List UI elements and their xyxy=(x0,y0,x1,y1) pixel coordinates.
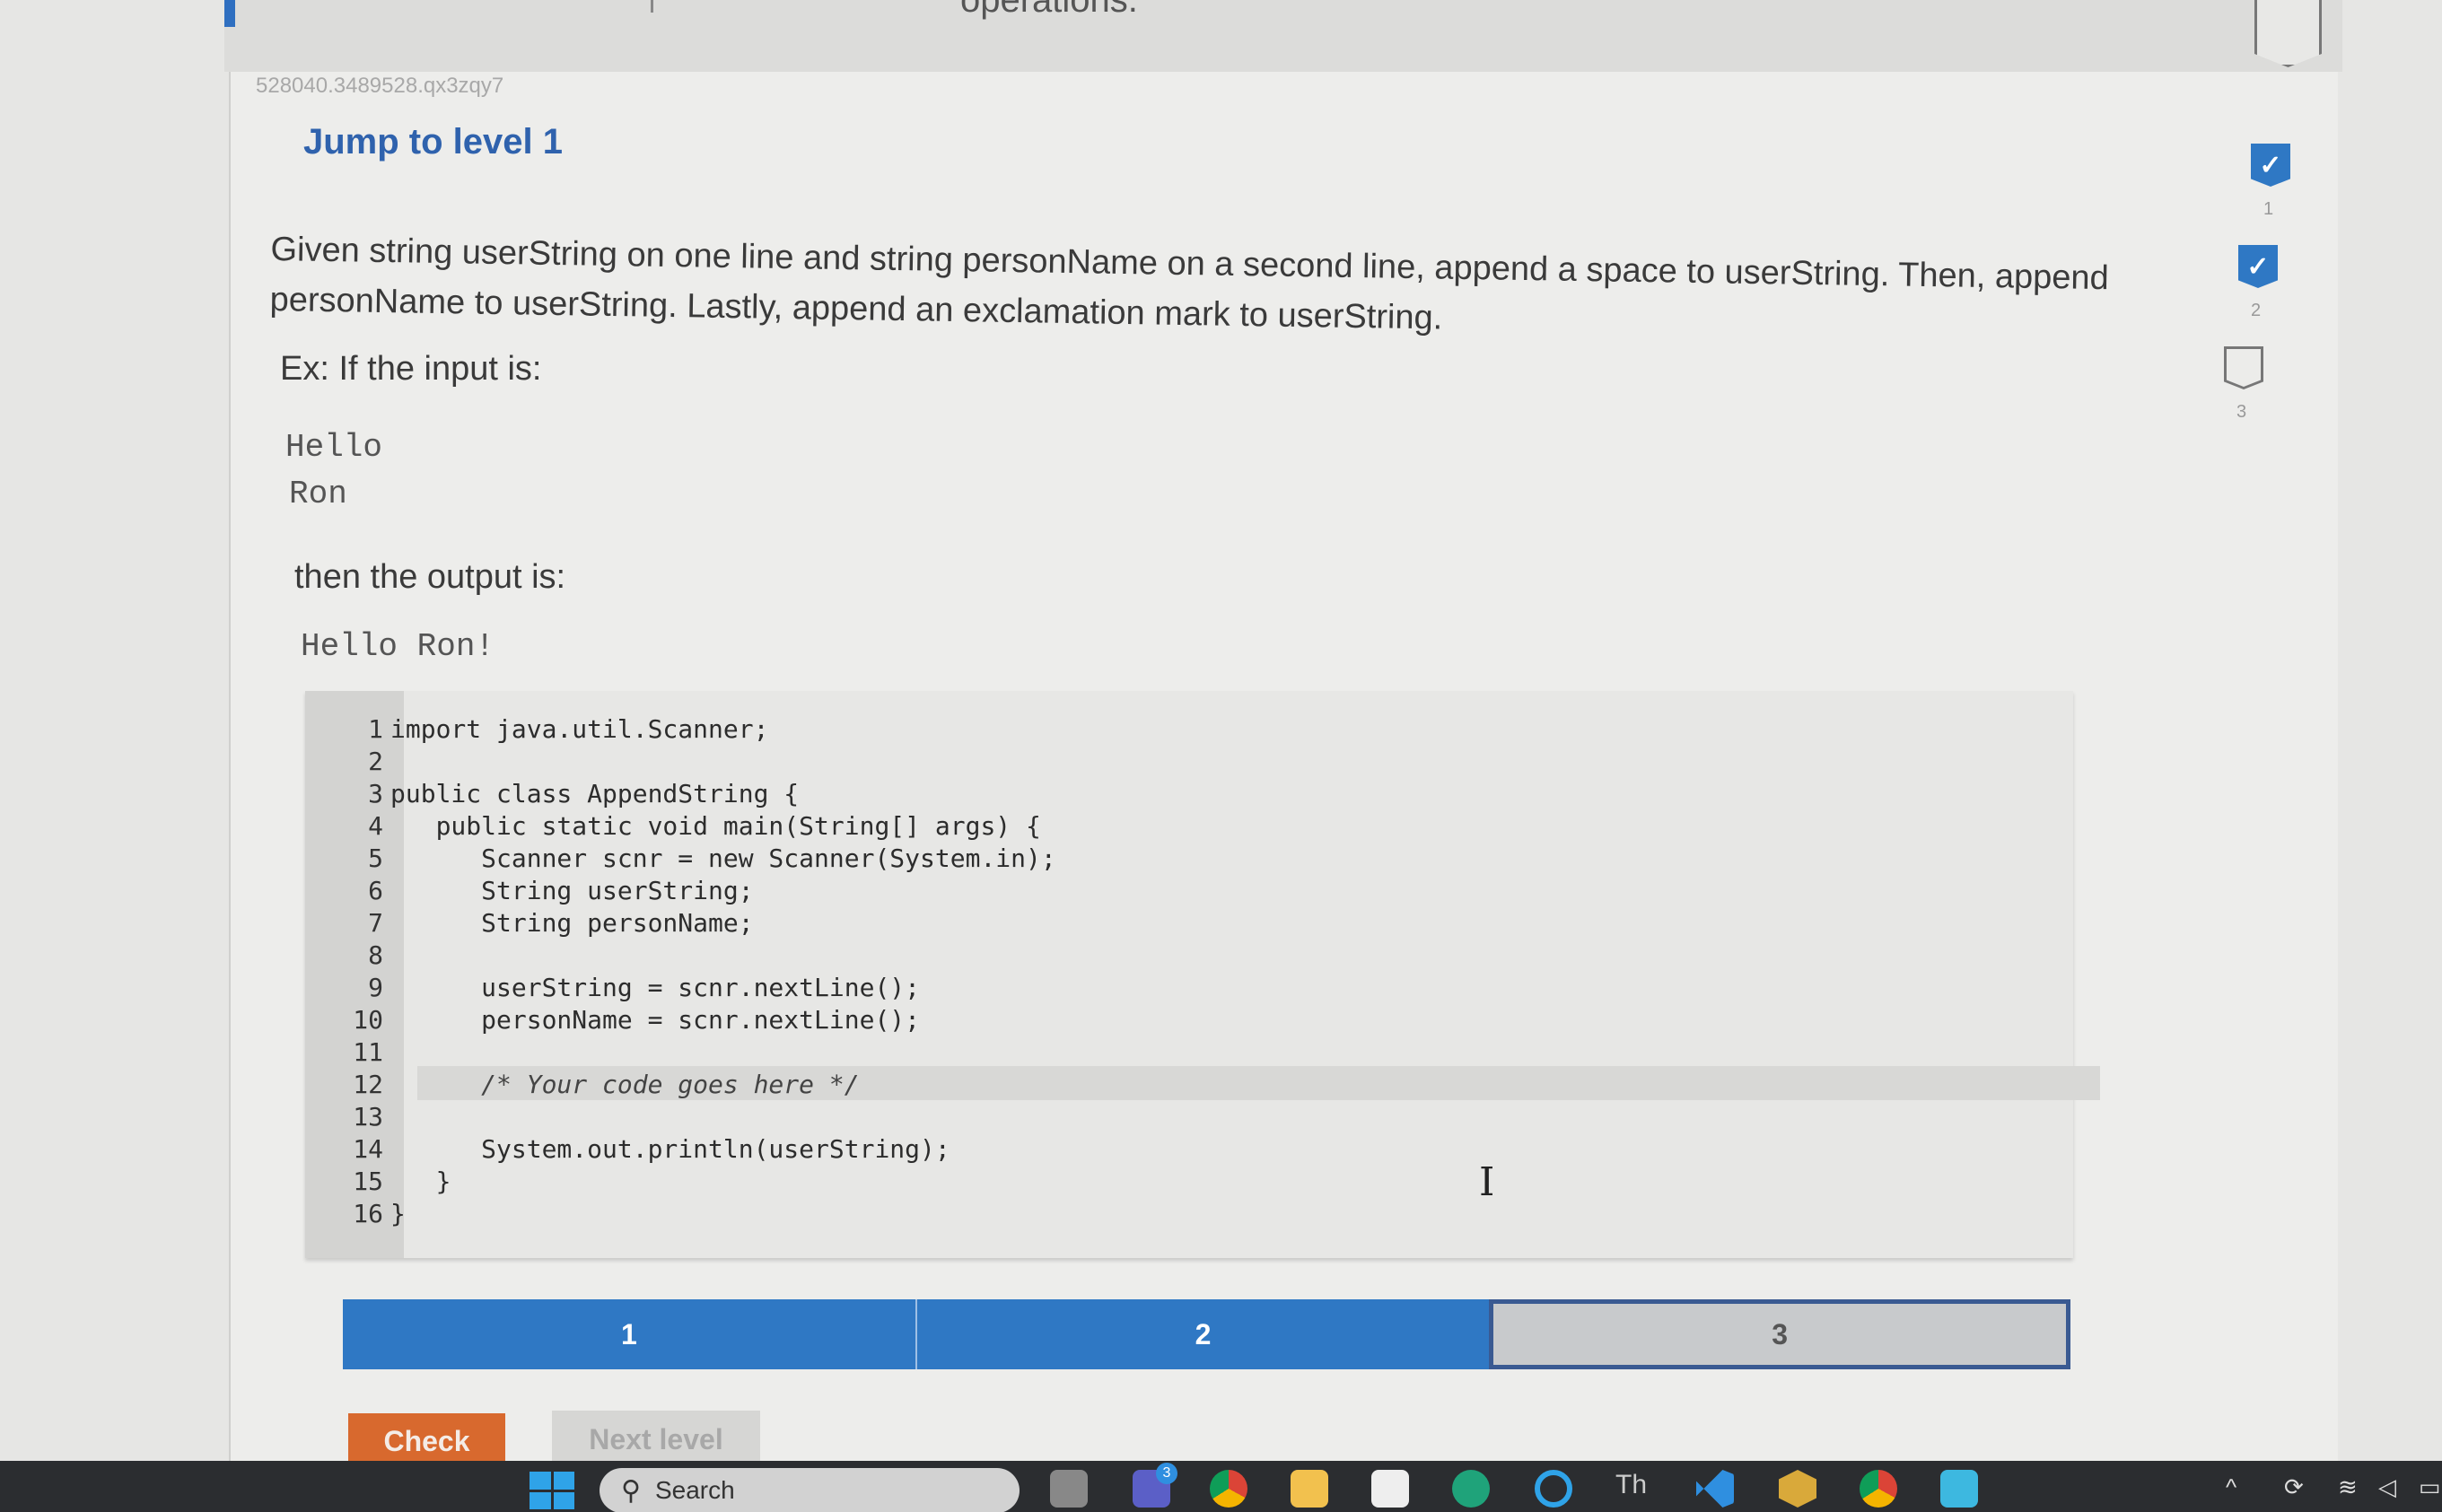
mouse-ibeam-cursor-icon: I xyxy=(1479,1159,1495,1205)
code-line[interactable]: 6 String userString; xyxy=(305,876,2073,908)
sync-icon[interactable]: ⟳ xyxy=(2284,1473,2304,1501)
line-number: 10 xyxy=(353,1005,383,1035)
wifi-icon[interactable]: ≋ xyxy=(2338,1473,2358,1501)
notepad-icon[interactable] xyxy=(1940,1470,1978,1508)
code-line[interactable]: 3 public class AppendString { xyxy=(305,779,2073,811)
level-indicators: ✓ 1 ✓ 2 3 xyxy=(2217,144,2306,431)
code-line[interactable]: 4 public static void main(String[] args)… xyxy=(305,811,2073,843)
activity-accent-bar xyxy=(224,0,235,27)
code-text[interactable]: userString = scnr.nextLine(); xyxy=(390,973,920,1002)
line-number: 6 xyxy=(368,876,383,905)
line-number: 11 xyxy=(353,1037,383,1067)
code-line[interactable]: 7 String personName; xyxy=(305,908,2073,940)
line-number: 5 xyxy=(368,843,383,873)
code-text[interactable]: } xyxy=(390,1199,406,1228)
cortana-icon[interactable] xyxy=(1535,1470,1572,1508)
teams-icon[interactable]: 3 xyxy=(1133,1463,1177,1508)
code-line[interactable]: 10 personName = scnr.nextLine(); xyxy=(305,1005,2073,1037)
code-text[interactable]: public static void main(String[] args) { xyxy=(390,811,1041,841)
line-number: 12 xyxy=(353,1070,383,1099)
code-line[interactable]: 2 xyxy=(305,747,2073,779)
code-editor[interactable]: 1 import java.util.Scanner; 2 3 public class… xyxy=(305,691,2100,1258)
divider xyxy=(651,0,653,13)
windows-start-icon[interactable] xyxy=(530,1472,574,1509)
previous-activity-badge-icon xyxy=(2254,0,2322,67)
code-text[interactable]: String userString; xyxy=(390,876,753,905)
line-number: 9 xyxy=(368,973,383,1002)
previous-text-fragment: operations. xyxy=(960,0,1138,20)
check-icon: ✓ xyxy=(2251,144,2290,187)
line-number: 7 xyxy=(368,908,383,938)
code-text[interactable]: Scanner scnr = new Scanner(System.in); xyxy=(390,843,1056,873)
code-text[interactable]: public class AppendString { xyxy=(390,779,799,808)
code-line[interactable]: 12 /* Your code goes here */ xyxy=(305,1066,2100,1102)
example-output: Hello Ron! xyxy=(301,628,495,665)
code-text[interactable]: } xyxy=(390,1167,451,1196)
level-indicator-label: 2 xyxy=(2251,301,2262,320)
code-text[interactable]: System.out.println(userString); xyxy=(390,1134,950,1164)
line-number: 13 xyxy=(353,1102,383,1132)
code-text[interactable]: import java.util.Scanner; xyxy=(390,714,768,744)
search-icon: ⚲ xyxy=(621,1475,641,1506)
code-text[interactable]: personName = scnr.nextLine(); xyxy=(390,1005,920,1035)
level-tab-1[interactable]: 1 xyxy=(343,1299,915,1369)
code-line[interactable]: 15 } xyxy=(305,1167,2073,1199)
line-number: 2 xyxy=(368,747,383,776)
battery-icon[interactable]: ▭ xyxy=(2419,1473,2441,1501)
chevron-up-icon[interactable]: ^ xyxy=(2226,1473,2236,1501)
example-input-line: Hello xyxy=(285,429,383,466)
task-view-icon[interactable] xyxy=(1050,1470,1088,1508)
code-line[interactable]: 9 userString = scnr.nextLine(); xyxy=(305,973,2073,1005)
activity-id: 528040.3489528.qx3zqy7 xyxy=(256,74,504,98)
level-tab-3[interactable]: 3 xyxy=(1489,1299,2071,1369)
level-indicator-1: ✓ 1 xyxy=(2251,144,2290,219)
line-number: 3 xyxy=(368,779,383,808)
check-icon: ✓ xyxy=(2238,245,2278,288)
line-number: 8 xyxy=(368,940,383,970)
previous-activity-strip: operations. xyxy=(224,0,2342,72)
level-indicator-3: 3 xyxy=(2224,346,2263,422)
line-number: 15 xyxy=(353,1167,383,1196)
line-number: 1 xyxy=(368,714,383,744)
file-explorer-icon[interactable] xyxy=(1291,1470,1328,1508)
notification-badge: 3 xyxy=(1156,1463,1177,1484)
level-tab-2[interactable]: 2 xyxy=(915,1299,1490,1369)
edge-icon[interactable] xyxy=(1452,1470,1490,1508)
example-label: Ex: If the input is: xyxy=(280,350,542,388)
taskbar-search[interactable]: ⚲ Search xyxy=(600,1468,1020,1512)
netbeans-icon[interactable] xyxy=(1779,1470,1816,1508)
line-number: 16 xyxy=(353,1199,383,1228)
line-number: 4 xyxy=(368,811,383,841)
level-progress-bar: 1 2 3 xyxy=(343,1299,2071,1369)
thonny-icon[interactable]: Th xyxy=(1615,1470,1653,1508)
volume-icon[interactable]: ◁ xyxy=(2378,1473,2396,1501)
output-label: then the output is: xyxy=(294,558,566,596)
search-placeholder: Search xyxy=(654,1476,735,1504)
code-line[interactable]: 5 Scanner scnr = new Scanner(System.in); xyxy=(305,843,2073,876)
code-text[interactable]: String personName; xyxy=(390,908,753,938)
vscode-icon[interactable] xyxy=(1696,1470,1734,1508)
level-indicator-label: 3 xyxy=(2236,402,2247,422)
code-line[interactable]: 1 import java.util.Scanner; xyxy=(305,714,2073,747)
code-line[interactable]: 11 xyxy=(305,1037,2073,1070)
chrome-icon[interactable] xyxy=(1210,1470,1247,1508)
code-line[interactable]: 8 xyxy=(305,940,2073,973)
level-indicator-label: 1 xyxy=(2263,199,2274,219)
empty-shield-icon xyxy=(2224,346,2263,389)
line-number: 14 xyxy=(353,1134,383,1164)
windows-taskbar: ⚲ Search 3 Th ^ ⟳ ≋ ◁ ▭ xyxy=(0,1461,2442,1512)
example-input-line: Ron xyxy=(289,476,347,512)
code-line[interactable]: 14 System.out.println(userString); xyxy=(305,1134,2073,1167)
code-line[interactable]: 16} xyxy=(305,1199,2073,1231)
code-line[interactable]: 13 xyxy=(305,1102,2073,1134)
code-text[interactable]: /* Your code goes here */ xyxy=(390,1070,859,1099)
level-indicator-2: ✓ 2 xyxy=(2238,245,2278,320)
microsoft-store-icon[interactable] xyxy=(1371,1470,1409,1508)
chrome-profile-icon[interactable] xyxy=(1860,1470,1897,1508)
jump-to-level-link[interactable]: Jump to level 1 xyxy=(303,122,563,162)
